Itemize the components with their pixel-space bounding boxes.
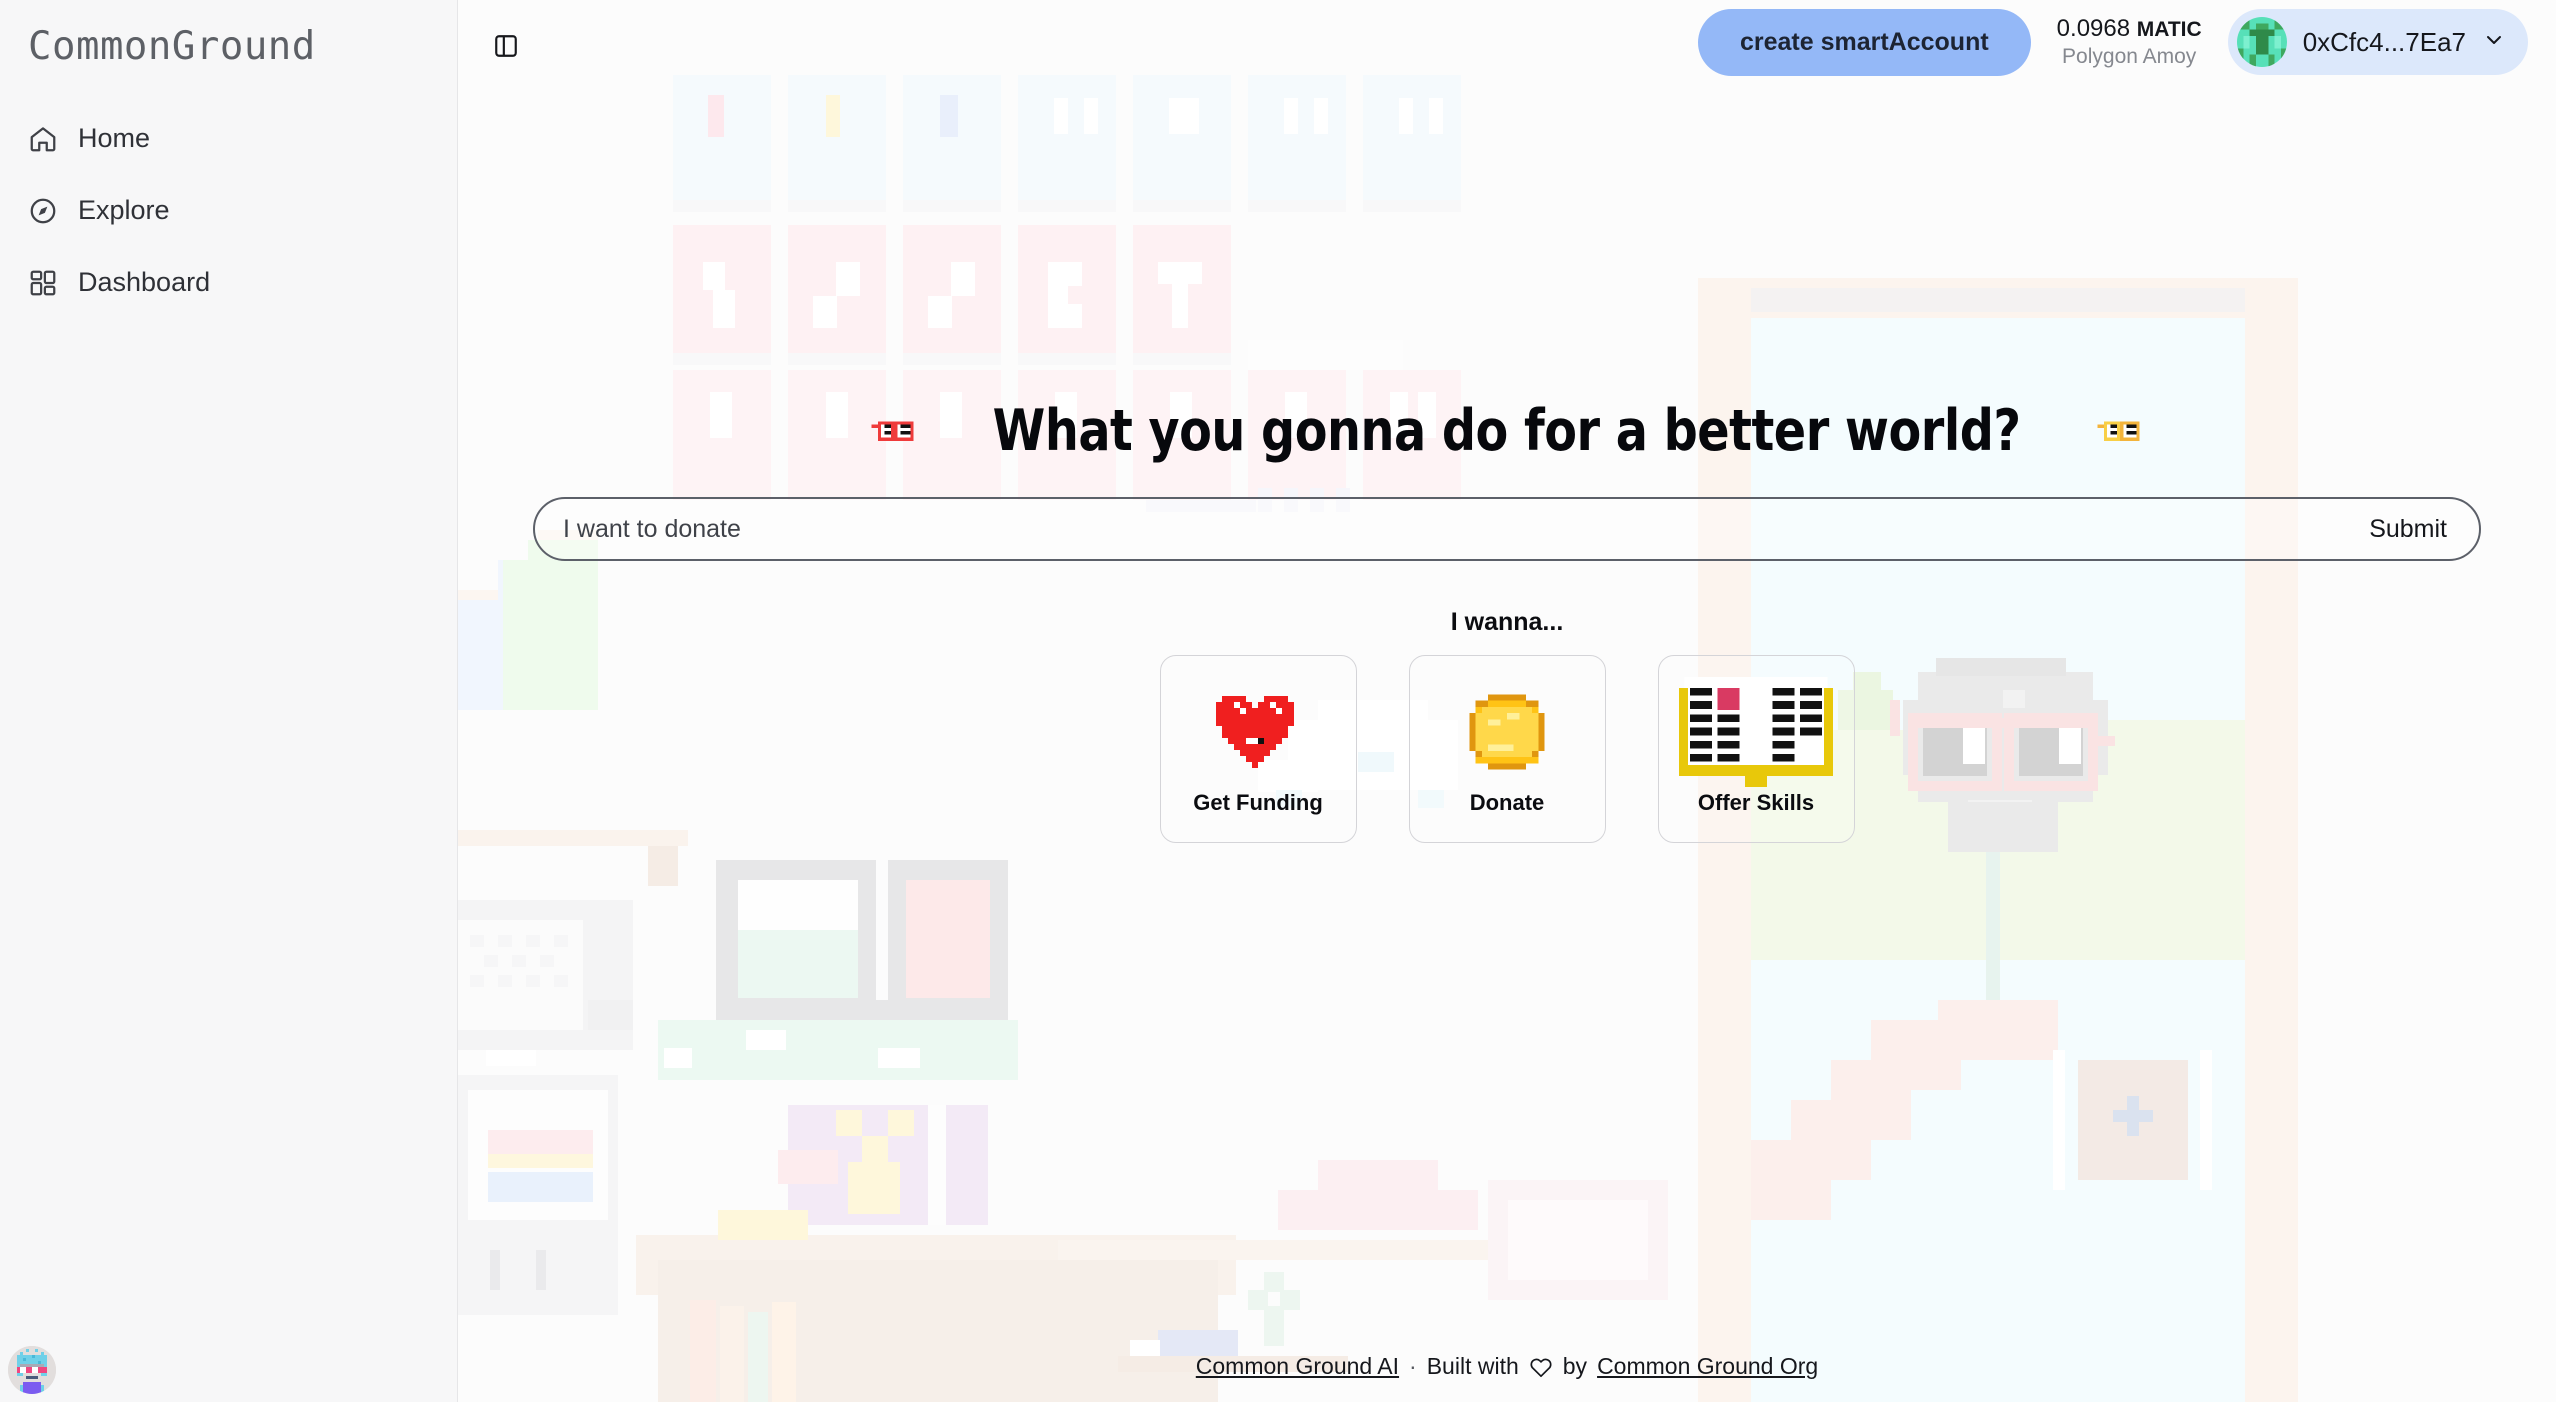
footer-separator: · [1409, 1353, 1417, 1379]
footer-by-text: by [1562, 1353, 1588, 1379]
footer-link-common-ground-ai[interactable]: Common Ground AI [1196, 1353, 1399, 1380]
sidebar-item-dashboard[interactable]: Dashboard [0, 257, 457, 308]
search-section: Submit [533, 497, 2481, 561]
search-input[interactable] [563, 514, 2370, 544]
sidebar-item-label: Dashboard [78, 267, 211, 297]
submit-button[interactable]: Submit [2369, 515, 2447, 544]
heart-outline-icon [1529, 1356, 1553, 1378]
search-bar: Submit [533, 497, 2481, 561]
action-card-label: Get Funding [1193, 790, 1323, 815]
pixel-coin-icon [1463, 680, 1551, 784]
home-icon [28, 124, 58, 154]
blockie-avatar-icon [2236, 17, 2287, 67]
action-cards: Get Funding Donate Offer Skills [458, 655, 2556, 843]
action-card-label: Donate [1469, 790, 1545, 815]
balance-symbol: MATIC [2136, 17, 2202, 41]
balance-amount: 0.0968 [2056, 14, 2131, 42]
footer-built-with-text: Built with [1426, 1353, 1519, 1379]
sidebar-nav: Home Explore Dashboard [0, 113, 457, 308]
topbar-right: create smartAccount 0.0968 MATIC Polygon… [1697, 8, 2528, 76]
sidebar-toggle-icon[interactable] [484, 24, 528, 68]
sidebar: CommonGround Home Explore Dashboard [0, 0, 458, 1402]
balance-amount-row: 0.0968 MATIC [2057, 14, 2202, 44]
grid-icon [28, 268, 58, 298]
pixel-open-book-icon [1671, 677, 1841, 787]
page-title: What you gonna do for a better world? [993, 398, 2021, 464]
hero-section: What you gonna do for a better world? [458, 398, 2556, 464]
chevron-down-icon [2482, 28, 2506, 57]
sidebar-item-label: Home [78, 123, 151, 153]
wallet-address-label: 0xCfc4...7Ea7 [2302, 26, 2466, 57]
red-sunglasses-icon [868, 414, 920, 448]
pixel-heart-icon [1210, 680, 1306, 784]
action-card-get-funding[interactable]: Get Funding [1159, 655, 1357, 843]
app-root: CommonGround Home Explore Dashboard crea… [0, 0, 2556, 1402]
yellow-sunglasses-icon [2094, 414, 2146, 448]
actions-prompt: I wanna... [1450, 608, 1564, 636]
action-card-label: Offer Skills [1697, 790, 1815, 815]
footer: Common Ground AI · Built with by Common … [458, 1353, 2556, 1380]
compass-icon [28, 196, 58, 226]
topbar: create smartAccount 0.0968 MATIC Polygon… [458, 0, 2556, 84]
footer-link-common-ground-org[interactable]: Common Ground Org [1597, 1353, 1818, 1380]
brand-logo: CommonGround [28, 24, 316, 69]
wallet-balance: 0.0968 MATIC Polygon Amoy [2051, 14, 2208, 70]
main-content: create smartAccount 0.0968 MATIC Polygon… [458, 0, 2556, 1402]
wallet-address-button[interactable]: 0xCfc4...7Ea7 [2227, 9, 2528, 75]
network-name: Polygon Amoy [2062, 44, 2197, 68]
action-card-offer-skills[interactable]: Offer Skills [1657, 655, 1855, 843]
create-smart-account-button[interactable]: create smartAccount [1697, 8, 2031, 76]
sidebar-item-label: Explore [78, 195, 170, 225]
sidebar-item-home[interactable]: Home [0, 113, 457, 164]
sidebar-item-explore[interactable]: Explore [0, 185, 457, 236]
pixel-avatar-icon[interactable] [8, 1346, 56, 1394]
action-card-donate[interactable]: Donate [1408, 655, 1606, 843]
